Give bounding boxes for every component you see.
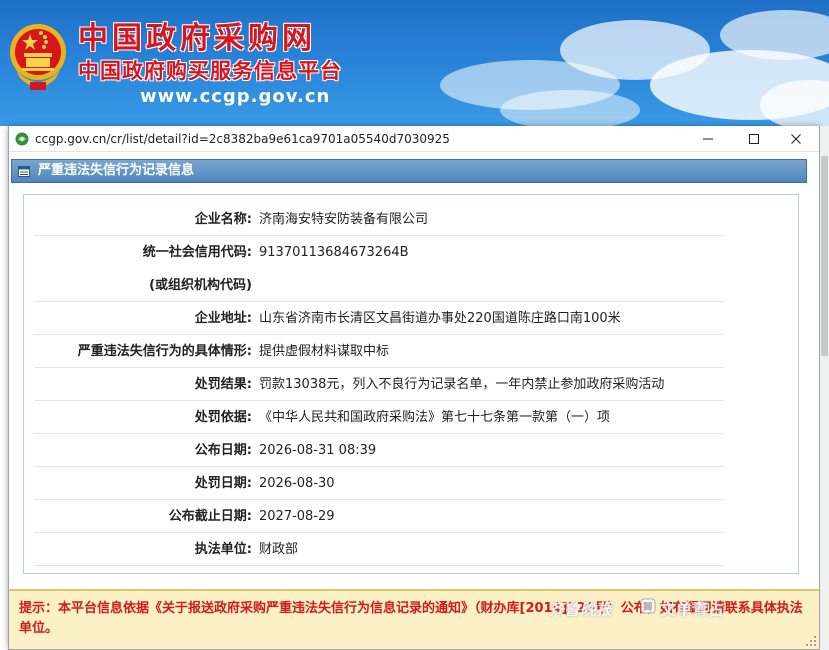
list-icon — [18, 166, 30, 177]
field-value: 济南海安特安防装备有限公司 — [259, 212, 429, 227]
minimize-icon — [703, 138, 713, 140]
page-scrollbar[interactable] — [820, 126, 829, 650]
field-label: 执法单位: — [194, 542, 252, 557]
record-detail-window: ccgp.gov.cn/cr/list/detail?id=2c8382ba9e… — [8, 126, 820, 650]
close-button[interactable] — [773, 126, 819, 152]
field-value: 《中华人民共和国政府采购法》第七十七条第一款第（一）项 — [259, 410, 611, 425]
field-label: 处罚日期: — [194, 476, 252, 491]
table-row: 处罚依据: 《中华人民共和国政府采购法》第七十七条第一款第（一）项 — [34, 401, 724, 434]
section-title: 严重违法失信行为记录信息 — [38, 163, 195, 178]
cloud-decoration — [500, 90, 640, 126]
table-row: 处罚结果: 罚款13038元，列入不良行为记录名单，一年内禁止参加政府采购活动 — [34, 368, 724, 401]
close-icon — [791, 134, 801, 144]
table-row: (或组织机构代码) — [34, 269, 724, 302]
field-label: 统一社会信用代码: — [142, 245, 252, 260]
table-row: 统一社会信用代码: 91370113684673264B — [34, 236, 724, 269]
table-row: 企业地址: 山东省济南市长清区文昌街道办事处220国道陈庄路口南100米 — [34, 302, 724, 335]
table-row: 企业名称: 济南海安特安防装备有限公司 — [34, 203, 724, 236]
field-label: (或组织机构代码) — [149, 278, 252, 293]
field-value: 提供虚假材料谋取中标 — [259, 344, 390, 359]
field-value: 财政部 — [259, 542, 299, 557]
site-subtitle: 中国政府购买服务信息平台 — [78, 59, 342, 83]
field-label: 处罚依据: — [194, 410, 252, 425]
field-label: 处罚结果: — [194, 377, 252, 392]
field-label: 公布截止日期: — [168, 509, 252, 524]
field-value: 2027-08-29 — [259, 509, 335, 524]
section-header: 严重违法失信行为记录信息 — [11, 159, 807, 183]
field-value: 91370113684673264B — [259, 245, 409, 260]
table-row: 严重违法失信行为的具体情形: 提供虚假材料谋取中标 — [34, 335, 724, 368]
site-favicon-icon — [15, 132, 29, 146]
site-url[interactable]: www.ccgp.gov.cn — [140, 86, 330, 108]
site-title: 中国政府采购网 — [78, 21, 316, 56]
address-text: ccgp.gov.cn/cr/list/detail?id=2c8382ba9e… — [35, 132, 450, 146]
table-row: 公布截止日期: 2027-08-29 — [34, 500, 724, 533]
scrollbar-thumb[interactable] — [821, 156, 828, 356]
watermark-text: 齐鲁晚报 — [548, 600, 613, 619]
field-label: 企业地址: — [194, 311, 252, 326]
watermark-logo-icon — [640, 598, 656, 614]
national-emblem-icon — [10, 24, 66, 90]
table-row: 公布日期: 2026-08-31 08:39 — [34, 434, 724, 467]
minimize-button[interactable] — [685, 126, 731, 152]
table-row: 执法单位: 财政部 — [34, 533, 724, 566]
maximize-icon — [749, 134, 759, 144]
field-value: 罚款13038元，列入不良行为记录名单，一年内禁止参加政府采购活动 — [259, 377, 665, 392]
table-row: 处罚日期: 2026-08-30 — [34, 467, 724, 500]
watermark-text: 文单青占 — [660, 600, 725, 619]
window-titlebar[interactable]: ccgp.gov.cn/cr/list/detail?id=2c8382ba9e… — [9, 126, 819, 152]
field-label: 公布日期: — [194, 443, 252, 458]
field-label: 严重违法失信行为的具体情形: — [77, 344, 252, 359]
record-detail-table: 企业名称: 济南海安特安防装备有限公司 统一社会信用代码: 9137011368… — [23, 194, 799, 574]
field-value: 2026-08-30 — [259, 476, 335, 491]
maximize-button[interactable] — [731, 126, 777, 152]
site-header: 中国政府采购网 中国政府购买服务信息平台 www.ccgp.gov.cn — [0, 0, 829, 126]
resize-grip-icon[interactable] — [805, 635, 817, 647]
field-label: 企业名称: — [194, 212, 252, 227]
field-value: 2026-08-31 08:39 — [259, 443, 377, 458]
field-value: 山东省济南市长清区文昌街道办事处220国道陈庄路口南100米 — [259, 311, 621, 326]
